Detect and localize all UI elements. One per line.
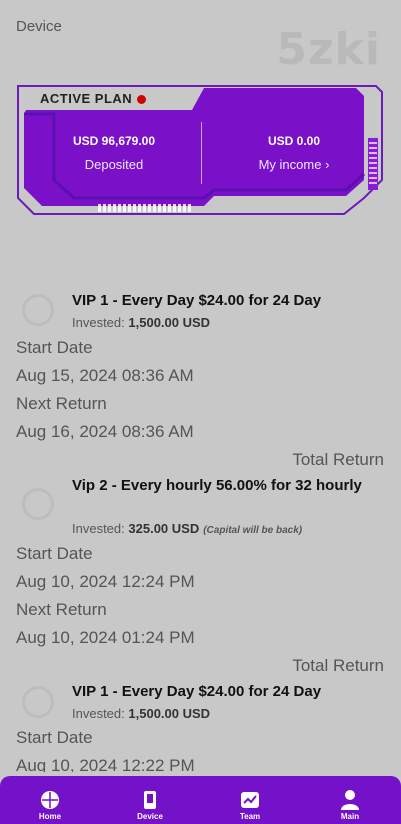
nav-team[interactable]: Team	[210, 776, 290, 824]
team-icon	[241, 792, 259, 808]
deposited-label: Deposited	[84, 157, 144, 172]
nav-home-label: Home	[38, 812, 62, 821]
start-date-label: Start Date	[16, 338, 93, 357]
total-return-label: Total Return	[292, 656, 384, 675]
plan-radio[interactable]	[22, 488, 54, 520]
user-icon	[341, 790, 359, 810]
bottom-nav: Home Device Team Main	[0, 776, 401, 824]
start-date-label: Start Date	[16, 544, 93, 563]
plan-title: VIP 1 - Every Day $24.00 for 24 Day	[72, 683, 322, 700]
plan-invested: Invested: 1,500.00 USD	[72, 706, 211, 721]
nav-device[interactable]: Device	[110, 776, 190, 824]
active-plan-card: ACTIVE PLAN USD 96,679.00 Deposited USD …	[14, 80, 386, 220]
nav-home[interactable]: Home	[10, 776, 90, 824]
income-stat[interactable]: USD 0.00 My income ›	[214, 134, 374, 172]
home-icon	[41, 791, 59, 809]
chevron-right-icon: ›	[325, 157, 330, 172]
plan-invested: Invested: 1,500.00 USD	[72, 315, 211, 330]
next-return-label: Next Return	[16, 600, 107, 619]
active-plan-title: ACTIVE PLAN	[40, 91, 147, 106]
plan-title: Vip 2 - Every hourly 56.00% for 32 hourl…	[72, 477, 362, 494]
income-link[interactable]: My income ›	[214, 157, 374, 172]
start-date-value: Aug 10, 2024 12:22 PM	[16, 756, 195, 772]
start-date-value: Aug 15, 2024 08:36 AM	[16, 366, 194, 385]
next-return-value: Aug 10, 2024 01:24 PM	[16, 628, 195, 647]
plan-radio[interactable]	[22, 294, 54, 326]
top-bar: Device 5zki	[0, 0, 401, 75]
start-date-value: Aug 10, 2024 12:24 PM	[16, 572, 195, 591]
nav-team-label: Team	[239, 812, 261, 821]
start-date-label: Start Date	[16, 728, 93, 747]
next-return-label: Next Return	[16, 394, 107, 413]
nav-main[interactable]: Main	[310, 776, 390, 824]
total-return-label: Total Return	[292, 450, 384, 469]
income-amount: USD 0.00	[267, 134, 321, 148]
nav-main-label: Main	[340, 812, 360, 821]
status-dot-icon	[137, 95, 147, 105]
device-icon	[144, 791, 156, 809]
plan-invested: Invested: 325.00 USD (Capital will be bac…	[72, 521, 303, 536]
deposited-amount: USD 96,679.00	[72, 134, 156, 148]
plan-list[interactable]: VIP 1 - Every Day $24.00 for 24 Day Inve…	[0, 286, 401, 772]
page-title: Device	[16, 18, 62, 35]
deposited-stat: USD 96,679.00 Deposited	[44, 134, 184, 172]
next-return-value: Aug 16, 2024 08:36 AM	[16, 422, 194, 441]
plan-radio[interactable]	[22, 686, 54, 718]
nav-device-label: Device	[137, 812, 163, 821]
brand-logo: 5zki	[276, 24, 381, 75]
plan-title: VIP 1 - Every Day $24.00 for 24 Day	[72, 292, 322, 309]
card-divider	[201, 122, 202, 184]
